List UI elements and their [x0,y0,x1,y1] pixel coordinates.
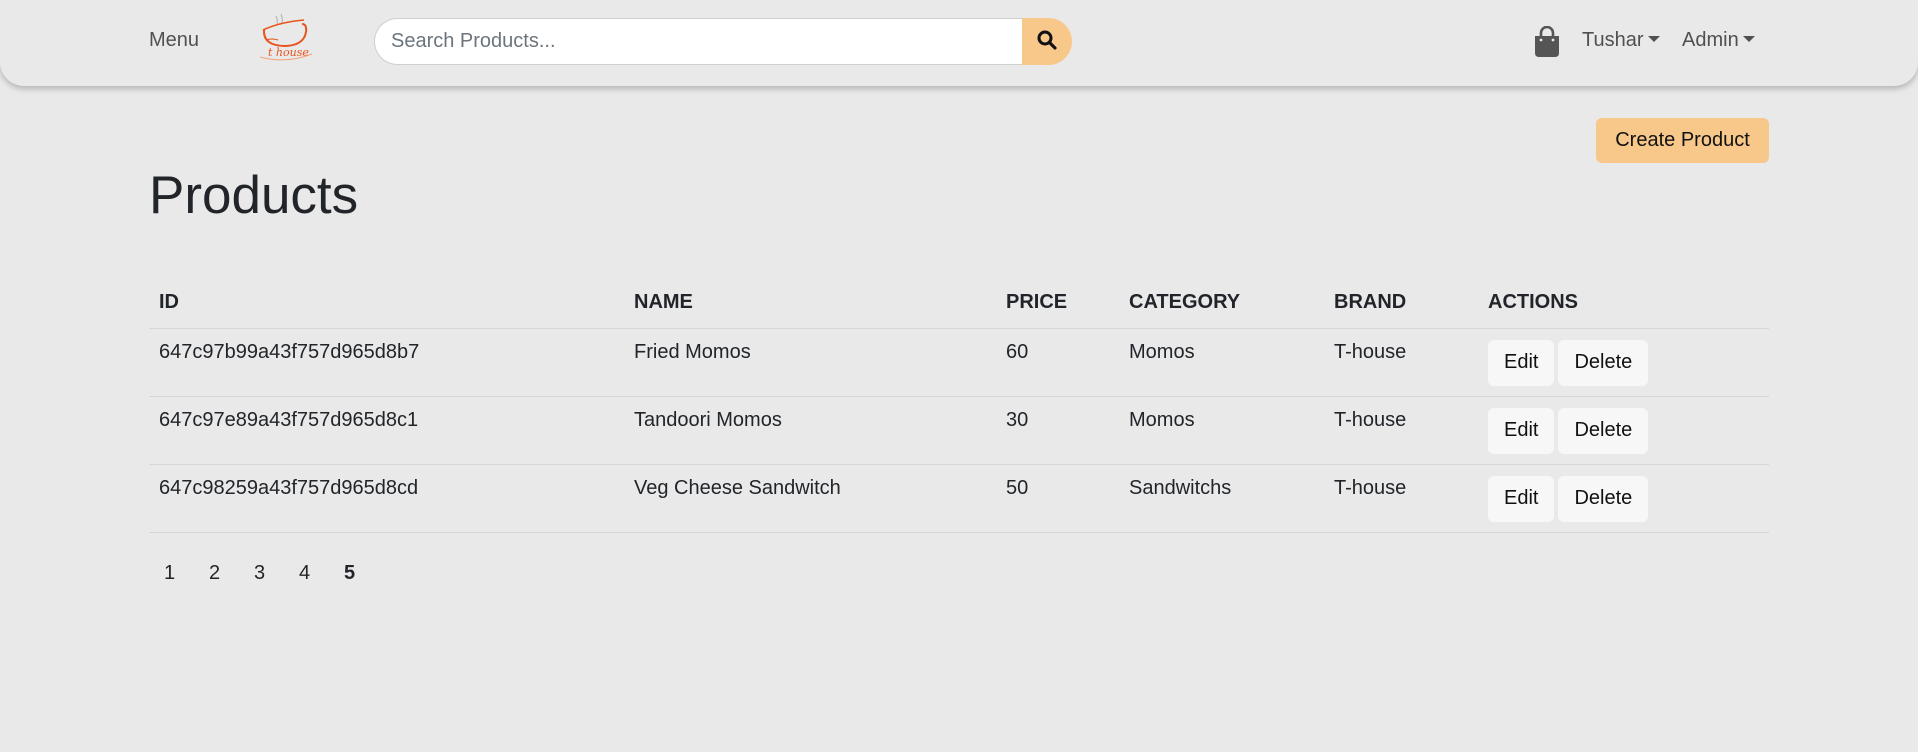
cell-id: 647c98259a43f757d965d8cd [149,464,624,533]
page-link-5-active[interactable]: 5 [329,562,374,585]
svg-text:t house: t house [268,46,309,59]
admin-dropdown[interactable]: Admin [1682,29,1755,52]
table-header-row: ID NAME PRICE CATEGORY BRAND ACTIONS [149,280,1769,329]
cell-brand: T-house [1324,396,1478,465]
caret-down-icon [1742,36,1755,42]
search-icon [1037,30,1057,53]
column-header-category: CATEGORY [1119,280,1324,329]
page-link-1[interactable]: 1 [149,562,194,585]
cell-actions: Edit Delete [1478,396,1769,465]
delete-button[interactable]: Delete [1558,407,1649,454]
cell-name: Veg Cheese Sandwitch [624,464,996,533]
cell-name: Tandoori Momos [624,396,996,465]
create-product-button[interactable]: Create Product [1596,118,1769,163]
table-row: 647c98259a43f757d965d8cd Veg Cheese Sand… [149,464,1769,533]
column-header-name: NAME [624,280,996,329]
shopping-bag-icon[interactable] [1534,25,1560,58]
page-link-4[interactable]: 4 [284,562,329,585]
cell-actions: Edit Delete [1478,464,1769,533]
column-header-brand: BRAND [1324,280,1478,329]
caret-down-icon [1647,36,1660,42]
cell-id: 647c97e89a43f757d965d8c1 [149,396,624,465]
cell-actions: Edit Delete [1478,328,1769,397]
cell-price: 30 [996,396,1119,465]
page-title: Products [149,166,359,225]
table-row: 647c97b99a43f757d965d8b7 Fried Momos 60 … [149,328,1769,397]
table-row: 647c97e89a43f757d965d8c1 Tandoori Momos … [149,396,1769,465]
page-link-3[interactable]: 3 [239,562,284,585]
user-dropdown[interactable]: Tushar [1582,29,1660,52]
navbar: Menu t house Search Products... Tushar A… [0,0,1918,86]
cell-price: 60 [996,328,1119,397]
search-button[interactable] [1022,18,1072,65]
cell-category: Momos [1119,396,1324,465]
admin-dropdown-label: Admin [1682,29,1739,51]
cell-brand: T-house [1324,464,1478,533]
cell-category: Sandwitchs [1119,464,1324,533]
search-input[interactable] [374,18,1024,65]
column-header-actions: ACTIONS [1478,280,1769,329]
products-table: ID NAME PRICE CATEGORY BRAND ACTIONS 647… [149,280,1769,533]
pagination: 1 2 3 4 5 [149,562,374,585]
edit-button[interactable]: Edit [1488,407,1555,454]
delete-button[interactable]: Delete [1558,475,1649,522]
page-link-2[interactable]: 2 [194,562,239,585]
thouse-logo[interactable]: t house [258,12,314,66]
column-header-id: ID [149,280,624,329]
cell-brand: T-house [1324,328,1478,397]
cell-id: 647c97b99a43f757d965d8b7 [149,328,624,397]
cell-category: Momos [1119,328,1324,397]
cell-price: 50 [996,464,1119,533]
search-bar [374,18,1072,65]
menu-link[interactable]: Menu [149,29,199,52]
cell-name: Fried Momos [624,328,996,397]
user-dropdown-label: Tushar [1582,29,1644,51]
edit-button[interactable]: Edit [1488,339,1555,386]
delete-button[interactable]: Delete [1558,339,1649,386]
column-header-price: PRICE [996,280,1119,329]
edit-button[interactable]: Edit [1488,475,1555,522]
